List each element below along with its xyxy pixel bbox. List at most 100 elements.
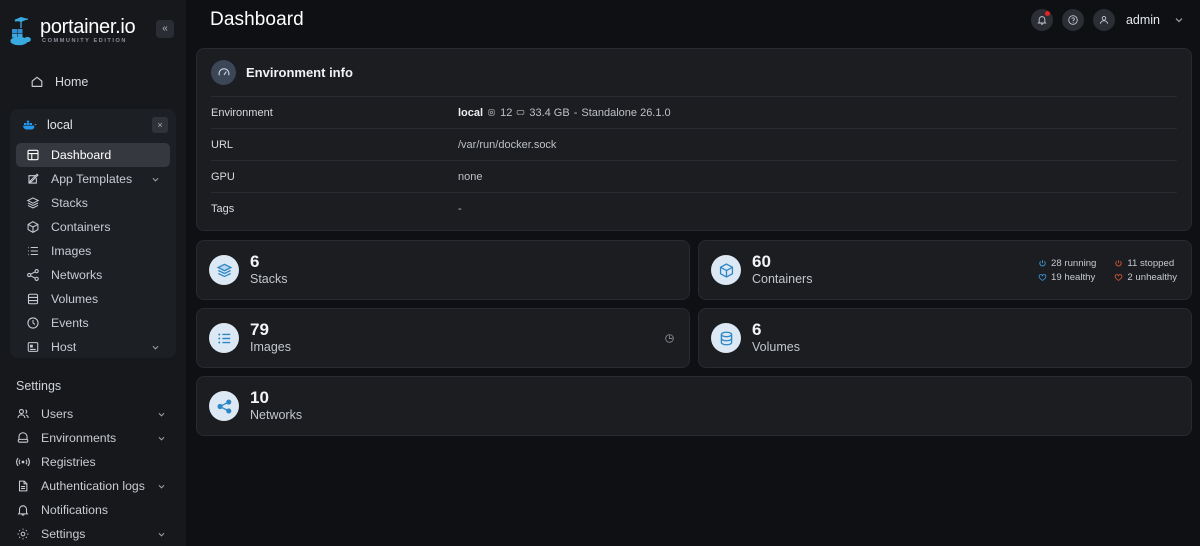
environment-info-card: Environment info Environment local 12 33… — [196, 48, 1192, 231]
sidebar-settings-list: Users Environments Registries Authentica… — [0, 402, 186, 546]
environment-selector-block: local × Dashboard App Templates Stacks C… — [10, 109, 176, 358]
sidebar-item-volumes-label: Volumes — [51, 292, 99, 306]
status-badge-healthy: 19 healthy — [1038, 272, 1096, 283]
cpu-count: 12 — [500, 106, 513, 119]
status-badge-healthy-text: 19 healthy — [1051, 271, 1096, 283]
sidebar-item-containers[interactable]: Containers — [16, 215, 170, 239]
images-size-indicator[interactable] — [664, 333, 675, 344]
sidebar-item-app-templates[interactable]: App Templates — [16, 167, 170, 191]
sidebar-item-stacks[interactable]: Stacks — [16, 191, 170, 215]
sidebar-item-notifications-label: Notifications — [41, 503, 108, 517]
table-row: GPU none — [211, 160, 1177, 192]
user-avatar-icon — [1100, 15, 1108, 24]
brand-name: portainer.io — [40, 16, 136, 39]
stat-card-images[interactable]: 79 Images — [196, 308, 690, 368]
row-separator: - — [573, 106, 578, 119]
stat-label: Containers — [752, 272, 813, 287]
stat-card-networks[interactable]: 10 Networks — [196, 376, 1192, 436]
stacks-layers-icon — [209, 255, 239, 285]
power-off-icon — [1115, 259, 1123, 266]
stat-count: 6 — [250, 252, 260, 272]
auth-logs-file-icon — [18, 480, 28, 492]
row-value: local 12 33.4 GB - Standalone 26.1.0 — [458, 107, 671, 119]
container-status-badges: 28 running 11 stopped 19 healthy 2 unhea… — [1038, 258, 1177, 283]
memory-icon — [517, 110, 525, 115]
volume-database-icon — [711, 323, 741, 353]
pie-clock-icon — [665, 333, 674, 343]
sidebar-item-networks[interactable]: Networks — [16, 263, 170, 287]
chevron-down-icon — [158, 412, 165, 417]
sidebar-item-home[interactable]: Home — [10, 69, 176, 95]
registries-icon — [16, 457, 30, 467]
notifications-button[interactable] — [1030, 9, 1053, 31]
stat-count: 6 — [752, 320, 762, 340]
stat-label: Stacks — [250, 272, 288, 287]
sidebar-item-host-label: Host — [51, 340, 77, 354]
environments-icon — [17, 432, 29, 443]
stat-text: 6 Volumes — [752, 320, 1177, 355]
sidebar-item-settings[interactable]: Settings — [10, 522, 176, 546]
sidebar-item-volumes[interactable]: Volumes — [16, 287, 170, 311]
sidebar-item-environments-label: Environments — [41, 431, 117, 445]
sidebar-item-registries-label: Registries — [41, 455, 96, 469]
container-box-icon — [27, 221, 39, 233]
notification-badge-dot — [1045, 11, 1051, 16]
environment-info-table: Environment local 12 33.4 GB - Standalon… — [197, 96, 1191, 224]
power-icon — [1039, 259, 1046, 266]
sidebar-item-environments[interactable]: Environments — [10, 426, 176, 450]
sidebar-item-settings-label: Settings — [41, 527, 86, 541]
sidebar-settings-heading: Settings — [16, 379, 62, 393]
page-title: Dashboard — [210, 9, 304, 30]
sidebar-collapse-button[interactable]: « — [156, 20, 174, 38]
status-badge-unhealthy: 2 unhealthy — [1114, 272, 1177, 283]
sidebar-item-users[interactable]: Users — [10, 402, 176, 426]
stacks-layers-icon — [26, 197, 40, 209]
avatar[interactable] — [1092, 9, 1115, 31]
events-clock-icon — [27, 317, 39, 329]
cpu-icon — [488, 109, 495, 116]
sidebar-item-stacks-label: Stacks — [51, 196, 88, 210]
stat-count: 10 — [250, 388, 269, 408]
main-area: Dashboard admin Environment info Environ… — [186, 0, 1200, 546]
environment-value-name: local — [458, 106, 484, 119]
sidebar: portainer.io COMMUNITY EDITION « Home lo… — [0, 0, 186, 546]
sidebar-item-host[interactable]: Host — [16, 335, 170, 358]
row-key: URL — [211, 138, 234, 151]
row-value: none — [458, 170, 483, 183]
environment-name: local — [47, 118, 73, 132]
sidebar-item-dashboard-label: Dashboard — [51, 148, 112, 162]
status-badge-unhealthy-text: 2 unhealthy — [1127, 271, 1177, 283]
chevron-down-icon — [158, 484, 165, 489]
sidebar-item-app-templates-label: App Templates — [51, 172, 133, 186]
stat-card-containers[interactable]: 60 Containers 28 running 11 stopped 19 h… — [698, 240, 1192, 300]
sidebar-item-events[interactable]: Events — [16, 311, 170, 335]
help-circle-icon — [1068, 15, 1078, 25]
row-value: - — [458, 202, 462, 215]
stat-card-volumes[interactable]: 6 Volumes — [698, 308, 1192, 368]
network-share-icon — [27, 269, 39, 281]
dashboard-content: Environment info Environment local 12 33… — [186, 40, 1200, 546]
brand-logo[interactable]: portainer.io COMMUNITY EDITION « — [0, 6, 186, 53]
environment-close-button[interactable]: × — [152, 117, 168, 133]
environment-info-header: Environment info — [197, 49, 1191, 96]
chevron-down-icon — [158, 532, 165, 537]
sidebar-item-authentication-logs[interactable]: Authentication logs — [10, 474, 176, 498]
stat-card-stacks[interactable]: 6 Stacks — [196, 240, 690, 300]
stat-label: Networks — [250, 408, 303, 423]
row-key: Tags — [211, 202, 235, 215]
help-button[interactable] — [1061, 9, 1084, 31]
row-value: /var/run/docker.sock — [458, 138, 557, 151]
environment-selector[interactable]: local × — [10, 109, 176, 141]
user-name: admin — [1125, 13, 1160, 27]
sidebar-item-registries[interactable]: Registries — [10, 450, 176, 474]
environment-nav-list: Dashboard App Templates Stacks Container… — [10, 141, 176, 358]
chevron-down-icon[interactable] — [1174, 15, 1184, 25]
sidebar-item-dashboard[interactable]: Dashboard — [16, 143, 170, 167]
notifications-bell-icon — [17, 505, 29, 516]
stat-count: 79 — [250, 320, 269, 340]
sidebar-item-images[interactable]: Images — [16, 239, 170, 263]
stat-text: 60 Containers — [752, 252, 1038, 287]
sidebar-item-notifications[interactable]: Notifications — [10, 498, 176, 522]
header-actions: admin — [1030, 9, 1184, 31]
status-badge-stopped-text: 11 stopped — [1127, 257, 1175, 269]
